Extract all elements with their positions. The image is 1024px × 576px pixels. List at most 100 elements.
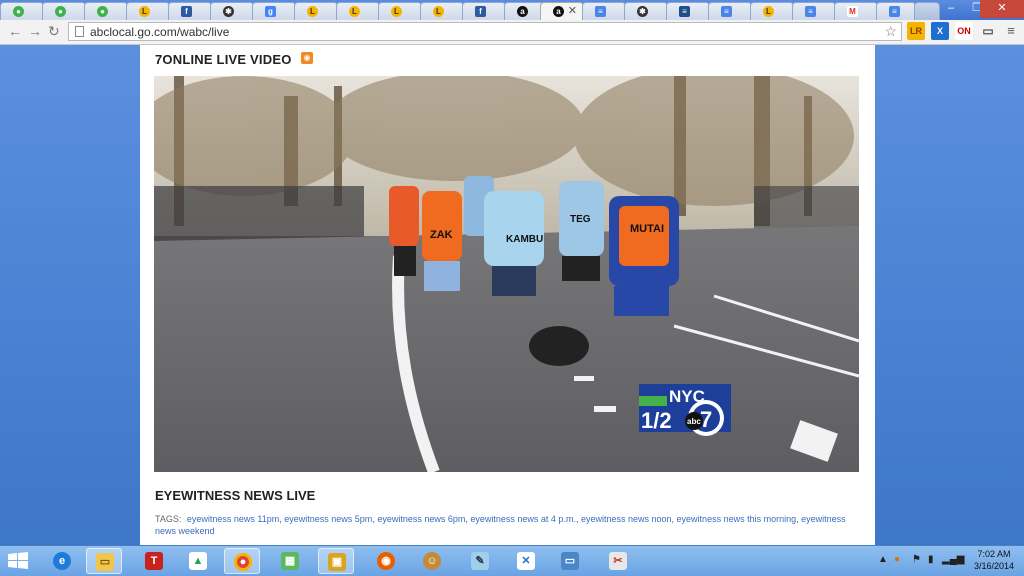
video-player[interactable]: ZAK KAMBU TEG MUTAI NYC 1/2 7 abc: [154, 76, 859, 472]
tab[interactable]: ≡: [708, 2, 752, 20]
lr-icon: L: [391, 6, 402, 17]
bug-icon: ✱: [223, 6, 234, 17]
tab[interactable]: ✱: [624, 2, 668, 20]
cast-icon[interactable]: ▭: [979, 22, 997, 40]
docs-icon: ≡: [889, 6, 900, 17]
taskbar-ie[interactable]: e: [44, 548, 80, 574]
tab[interactable]: ✱: [210, 2, 254, 20]
tag-link[interactable]: eyewitness news this morning: [677, 514, 797, 524]
battery-icon[interactable]: ▮: [928, 554, 934, 565]
tab[interactable]: f: [462, 2, 506, 20]
tags-list: TAGS: eyewitness news 11pm, eyewitness n…: [155, 514, 846, 536]
lr-extension-icon[interactable]: LR: [907, 22, 925, 40]
tab[interactable]: L: [420, 2, 464, 20]
url-text[interactable]: abclocal.go.com/wabc/live: [90, 25, 229, 39]
tags-label: TAGS:: [155, 514, 182, 524]
tab[interactable]: ●: [0, 2, 44, 20]
tag-link[interactable]: eyewitness news at 4 p.m.: [470, 514, 576, 524]
tag-link[interactable]: eyewitness news 11pm: [187, 514, 279, 524]
tab[interactable]: L: [294, 2, 338, 20]
google-icon: g: [265, 6, 276, 17]
taskbar-app[interactable]: ▦: [272, 548, 308, 574]
tab[interactable]: a: [504, 2, 544, 20]
rss-icon[interactable]: ◉: [301, 52, 313, 64]
taskbar-explorer[interactable]: ▭: [86, 548, 122, 574]
tab[interactable]: ●: [84, 2, 128, 20]
minimize-button[interactable]: ‒: [938, 0, 964, 18]
grid-app-icon: ▦: [281, 552, 299, 570]
taskbar: e ▭ T ▲ ● ▦ ▣ ◉ ☺ ✎ ✕ ▭ ✂ ▲ ● ⚑ ▮ ▂▄▆ ♪ …: [0, 545, 1024, 576]
taskbar-chrome[interactable]: ●: [224, 548, 260, 574]
security-app-icon: ▣: [328, 553, 346, 571]
xmarks-icon[interactable]: X: [931, 22, 949, 40]
close-window-button[interactable]: ✕: [980, 0, 1024, 18]
docs-icon: ≡: [595, 6, 606, 17]
lr-icon: L: [433, 6, 444, 17]
docs-icon: ≡: [805, 6, 816, 17]
snipping-tool-icon: ✂: [609, 552, 627, 570]
tab[interactable]: L: [378, 2, 422, 20]
runner-icon: f: [475, 6, 486, 17]
lr-icon: L: [349, 6, 360, 17]
chrome-menu-icon[interactable]: ≡: [1002, 22, 1020, 40]
tray-expand-icon[interactable]: ▲: [878, 554, 888, 565]
window-icon: ▭: [561, 552, 579, 570]
back-icon[interactable]: ←: [8, 23, 22, 39]
clock[interactable]: 7:02 AM 3/16/2014: [974, 548, 1014, 572]
nyc-half-logo: NYC 1/2 7 abc: [639, 384, 731, 436]
taskbar-app[interactable]: ✕: [508, 548, 544, 574]
tag-link[interactable]: eyewitness news noon: [581, 514, 672, 524]
taskbar-app[interactable]: ▭: [552, 548, 588, 574]
abc-icon: a: [553, 6, 564, 17]
page-background: 7ONLINE LIVE VIDEO ◉ ZAK KAMBU TEG MUTAI…: [0, 45, 1024, 545]
folder-icon: ▭: [96, 553, 114, 571]
t-app-icon: T: [145, 552, 163, 570]
cowboy-icon: ☺: [423, 552, 441, 570]
volume-icon[interactable]: ♪: [960, 554, 965, 565]
tab[interactable]: L: [750, 2, 794, 20]
tab[interactable]: L: [336, 2, 380, 20]
tab[interactable]: g: [252, 2, 296, 20]
reload-icon[interactable]: ↻: [48, 23, 60, 40]
tab[interactable]: L: [126, 2, 170, 20]
tab[interactable]: ≡: [876, 2, 916, 20]
tab[interactable]: ●: [42, 2, 86, 20]
taskbar-drive[interactable]: ▲: [180, 548, 216, 574]
taskbar-t-app[interactable]: T: [136, 548, 172, 574]
taskbar-firefox[interactable]: ◉: [368, 548, 404, 574]
globe-icon: ●: [55, 6, 66, 17]
bib-label: TEG: [570, 214, 591, 225]
taskbar-app[interactable]: ✎: [462, 548, 498, 574]
new-tab-button[interactable]: [914, 2, 940, 20]
tab-active[interactable]: a ✕: [540, 2, 584, 20]
taskbar-app[interactable]: ☺: [414, 548, 450, 574]
cnn-on-icon[interactable]: ON: [955, 22, 973, 40]
bookmark-star-icon[interactable]: ☆: [884, 23, 897, 40]
clock-date: 3/16/2014: [973, 561, 1014, 571]
bib-label: MUTAI: [630, 223, 664, 235]
tab[interactable]: ≡: [582, 2, 626, 20]
bib-label: KAMBU: [506, 234, 543, 245]
page-icon: [75, 26, 84, 37]
close-tab-icon[interactable]: ✕: [568, 4, 577, 17]
tray-flag-icon[interactable]: ⚑: [912, 554, 921, 565]
taskbar-app[interactable]: ▣: [318, 548, 354, 574]
runner-icon: f: [181, 6, 192, 17]
chrome-icon: ●: [234, 553, 252, 571]
bug-icon: ✱: [637, 6, 648, 17]
windows-start-icon[interactable]: [4, 549, 32, 573]
tab[interactable]: M: [834, 2, 878, 20]
forward-icon[interactable]: →: [28, 23, 42, 39]
notepad-icon: ✎: [471, 552, 489, 570]
address-bar[interactable]: abclocal.go.com/wabc/live ☆: [68, 22, 902, 41]
taskbar-app[interactable]: ✂: [600, 548, 636, 574]
tag-link[interactable]: eyewitness news 6pm: [377, 514, 465, 524]
xmarks-icon: ✕: [517, 552, 535, 570]
tab[interactable]: ≡: [666, 2, 710, 20]
tab[interactable]: f: [168, 2, 212, 20]
tab[interactable]: ≡: [792, 2, 836, 20]
tray-app-icon[interactable]: ●: [894, 554, 900, 565]
tag-link[interactable]: eyewitness news 5pm: [284, 514, 372, 524]
bib-label: ZAK: [430, 229, 453, 241]
globe-icon: ●: [97, 6, 108, 17]
